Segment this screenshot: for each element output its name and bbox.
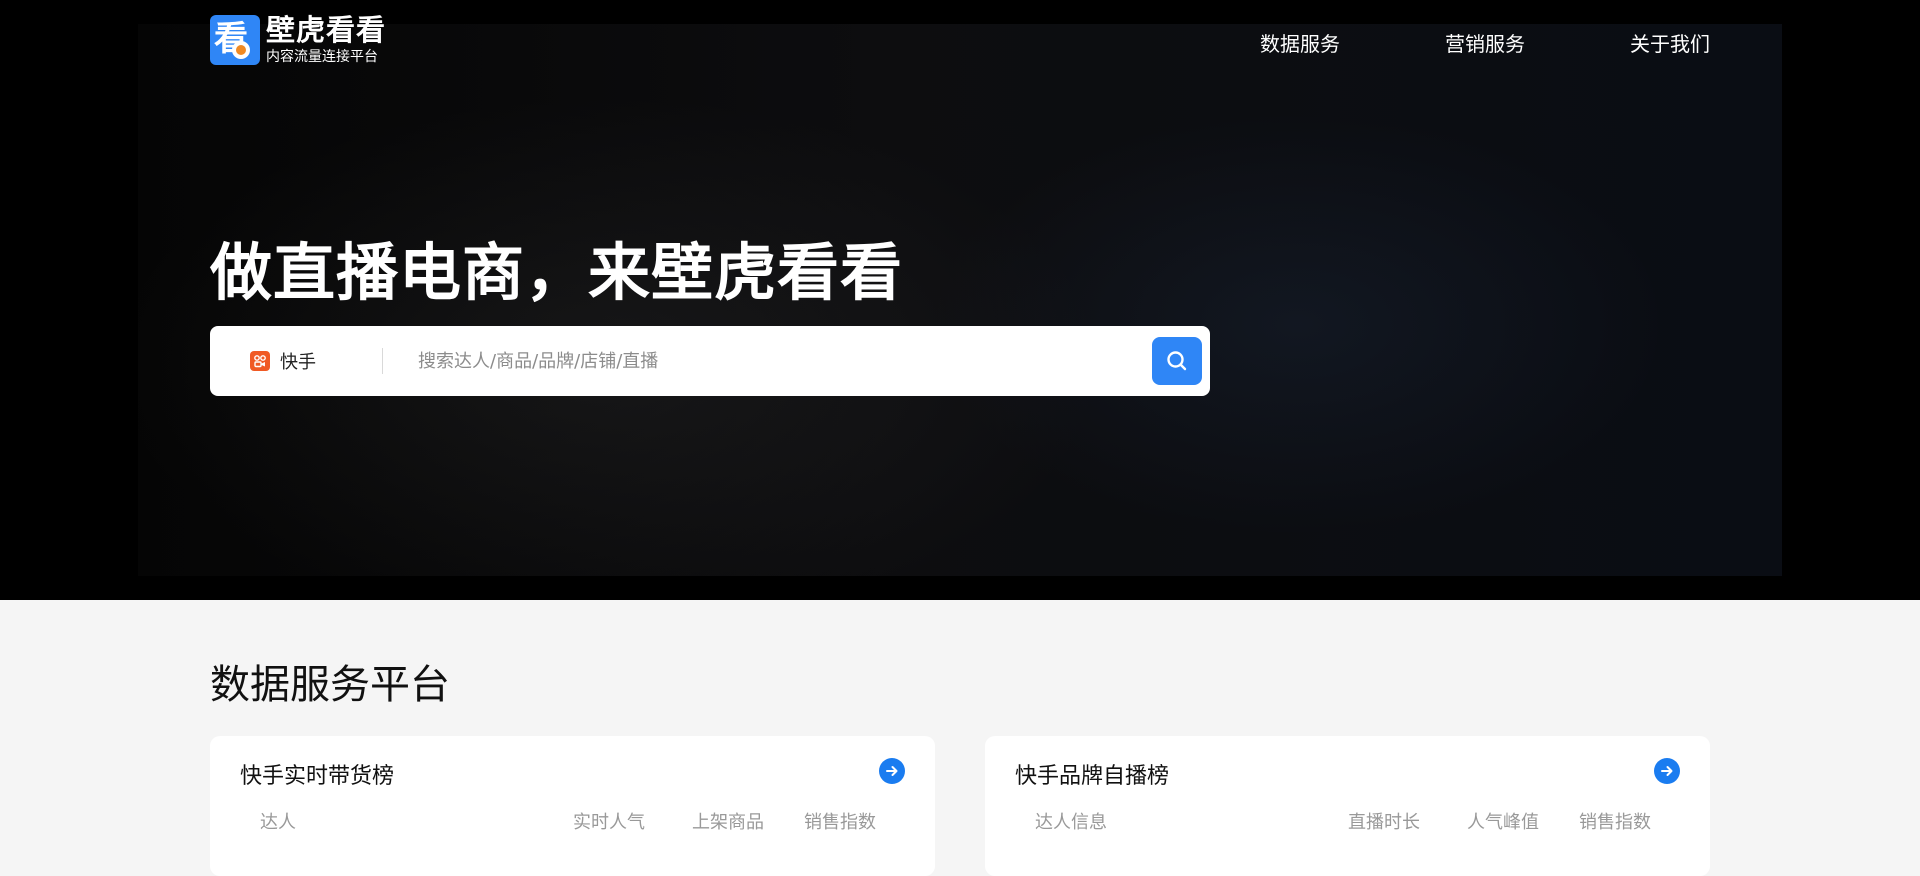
arrow-right-icon[interactable] bbox=[879, 758, 905, 784]
nav-about-us[interactable]: 关于我们 bbox=[1630, 28, 1710, 57]
section-title: 数据服务平台 bbox=[210, 662, 450, 708]
search-icon bbox=[1167, 351, 1187, 371]
ranking-card-realtime-sales: 快手实时带货榜 达人 实时人气 上架商品 销售指数 bbox=[210, 736, 935, 876]
brand-name: 壁虎看看 bbox=[266, 13, 387, 47]
column-header: 销售指数 bbox=[804, 812, 876, 833]
logo-icon: 看 bbox=[210, 15, 260, 65]
hero-banner: 看 壁虎看看 内容流量连接平台 数据服务 营销服务 关于我们 做直播电商，来壁虎… bbox=[0, 0, 1920, 600]
card-title: 快手实时带货榜 bbox=[240, 764, 395, 789]
column-header: 销售指数 bbox=[1579, 812, 1651, 833]
nav-marketing-service[interactable]: 营销服务 bbox=[1445, 28, 1525, 57]
search-input[interactable] bbox=[418, 341, 1038, 381]
search-bar: 快手 bbox=[210, 326, 1210, 396]
column-header: 实时人气 bbox=[573, 812, 645, 833]
platform-selector[interactable]: 快手 bbox=[250, 326, 316, 396]
ranking-card-brand-live: 快手品牌自播榜 达人信息 直播时长 人气峰值 销售指数 bbox=[985, 736, 1710, 876]
search-divider bbox=[382, 348, 383, 374]
column-header: 直播时长 bbox=[1348, 812, 1420, 833]
site-logo[interactable]: 看 壁虎看看 内容流量连接平台 bbox=[210, 14, 386, 66]
platform-label: 快手 bbox=[280, 352, 316, 373]
nav-data-service[interactable]: 数据服务 bbox=[1260, 28, 1340, 57]
card-title: 快手品牌自播榜 bbox=[1015, 764, 1170, 789]
logo-ring-icon bbox=[232, 41, 250, 59]
column-header: 达人 bbox=[260, 812, 296, 833]
brand-tagline: 内容流量连接平台 bbox=[266, 49, 378, 65]
column-header: 上架商品 bbox=[692, 812, 764, 833]
search-button[interactable] bbox=[1152, 337, 1202, 385]
column-header: 人气峰值 bbox=[1467, 812, 1539, 833]
arrow-right-icon[interactable] bbox=[1654, 758, 1680, 784]
column-header: 达人信息 bbox=[1035, 812, 1107, 833]
kuaishou-icon bbox=[250, 351, 270, 371]
hero-headline: 做直播电商，来壁虎看看 bbox=[210, 236, 904, 309]
